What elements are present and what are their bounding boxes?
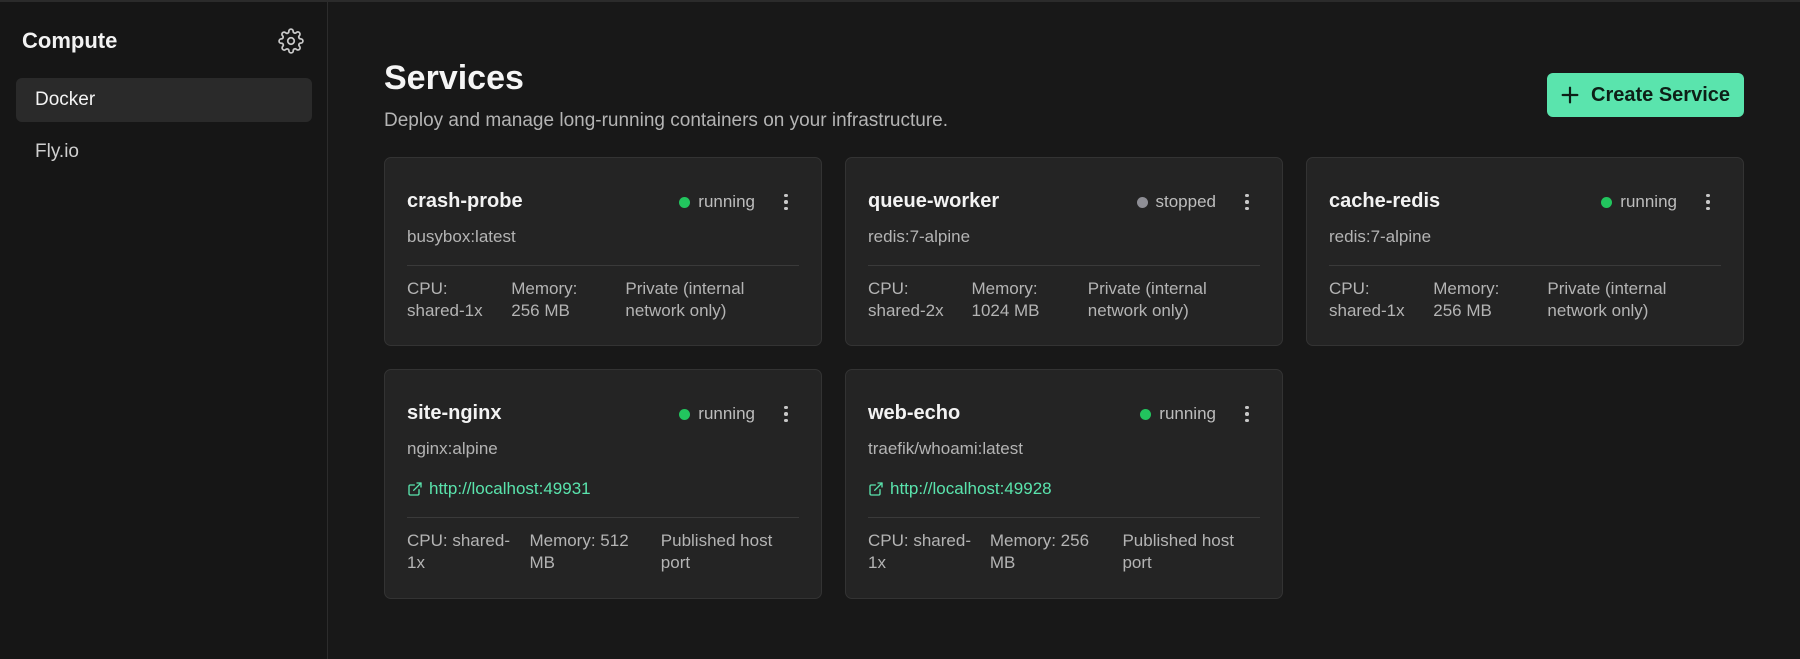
service-cpu: CPU: shared-1x (407, 279, 483, 320)
service-memory: Memory: 256 MB (989, 531, 1090, 572)
service-specs: CPU: shared-1x Memory: 512 MB Published … (407, 530, 799, 574)
service-card[interactable]: web-echo running traefik/whoami:latest h… (845, 369, 1283, 599)
service-image: busybox:latest (407, 227, 516, 246)
service-cpu: CPU: shared-1x (1329, 279, 1405, 320)
status-dot-icon (1136, 196, 1148, 208)
status-dot-icon (679, 196, 691, 208)
status-dot-icon (1601, 196, 1613, 208)
service-network: Private (internal network only) (625, 279, 745, 320)
service-specs: CPU: shared-1x Memory: 256 MB Private (i… (407, 278, 799, 322)
gear-icon[interactable] (278, 28, 304, 54)
sidebar-item-docker[interactable]: Docker (16, 78, 312, 122)
service-card[interactable]: cache-redis running redis:7-alpine CPU: … (1306, 157, 1744, 346)
status-text: running (698, 404, 755, 423)
external-link-icon (869, 482, 883, 496)
create-service-button[interactable]: Create Service (1547, 73, 1744, 117)
page-title: Services (384, 59, 524, 97)
service-memory: Memory: 512 MB (529, 531, 629, 572)
service-network: Private (internal network only) (1547, 279, 1667, 320)
service-memory: Memory: 256 MB (1433, 279, 1500, 320)
sidebar-item-flyio[interactable]: Fly.io (16, 130, 312, 174)
more-options-icon[interactable] (773, 188, 799, 216)
more-options-icon[interactable] (1234, 400, 1260, 428)
service-cpu: CPU: shared-1x (407, 531, 510, 572)
status-text: running (1620, 192, 1677, 211)
divider (407, 265, 799, 266)
status-dot-icon (679, 408, 691, 420)
status-badge: running (679, 192, 755, 212)
service-card[interactable]: site-nginx running nginx:alpine http://l… (384, 369, 822, 599)
service-name: crash-probe (407, 190, 523, 212)
service-name: web-echo (868, 402, 961, 424)
main-content: Services Deploy and manage long-running … (384, 2, 1744, 659)
status-text: stopped (1155, 192, 1217, 211)
service-name: queue-worker (868, 190, 1000, 212)
create-service-label: Create Service (1591, 83, 1730, 106)
service-network: Private (internal network only) (1087, 279, 1207, 320)
service-image: redis:7-alpine (868, 227, 971, 246)
status-badge: stopped (1136, 192, 1217, 212)
more-options-icon[interactable] (773, 400, 799, 428)
service-specs: CPU: shared-2x Memory: 1024 MB Private (… (868, 278, 1260, 322)
services-grid: crash-probe running busybox:latest CPU: … (384, 157, 1745, 599)
divider (407, 517, 799, 518)
service-cpu: CPU: shared-1x (868, 531, 971, 572)
status-text: running (698, 192, 755, 211)
plus-icon (1561, 86, 1579, 104)
sidebar-nav: Docker Fly.io (16, 78, 312, 182)
service-url-link[interactable]: http://localhost:49928 (868, 478, 1260, 500)
service-cpu: CPU: shared-2x (868, 279, 944, 320)
status-badge: running (1140, 404, 1216, 424)
service-image: nginx:alpine (407, 439, 498, 458)
service-image: redis:7-alpine (1329, 227, 1432, 246)
more-options-icon[interactable] (1695, 188, 1721, 216)
service-memory: Memory: 1024 MB (971, 279, 1040, 320)
external-link-icon (408, 482, 422, 496)
service-url-link[interactable]: http://localhost:49931 (407, 478, 799, 500)
service-specs: CPU: shared-1x Memory: 256 MB Published … (868, 530, 1260, 574)
service-name: site-nginx (407, 402, 502, 424)
divider (868, 265, 1260, 266)
sidebar: Compute Docker Fly.io (0, 2, 328, 659)
divider (868, 517, 1260, 518)
status-dot-icon (1140, 408, 1152, 420)
sidebar-header: Compute (22, 26, 304, 56)
status-badge: running (1601, 192, 1677, 212)
status-badge: running (679, 404, 755, 424)
service-url: http://localhost:49928 (890, 479, 1052, 498)
app-window: Compute Docker Fly.io Services Deploy an… (0, 0, 1800, 659)
service-specs: CPU: shared-1x Memory: 256 MB Private (i… (1329, 278, 1721, 322)
service-network: Published host port (1122, 531, 1234, 572)
service-card[interactable]: queue-worker stopped redis:7-alpine CPU:… (845, 157, 1283, 346)
service-url: http://localhost:49931 (429, 479, 591, 498)
sidebar-title: Compute (22, 28, 118, 53)
service-memory: Memory: 256 MB (511, 279, 578, 320)
service-image: traefik/whoami:latest (868, 439, 1023, 458)
status-text: running (1159, 404, 1216, 423)
service-name: cache-redis (1329, 190, 1441, 212)
divider (1329, 265, 1721, 266)
service-network: Published host port (660, 531, 773, 572)
page-subtitle: Deploy and manage long-running container… (384, 110, 948, 131)
service-card[interactable]: crash-probe running busybox:latest CPU: … (384, 157, 822, 346)
more-options-icon[interactable] (1234, 188, 1260, 216)
